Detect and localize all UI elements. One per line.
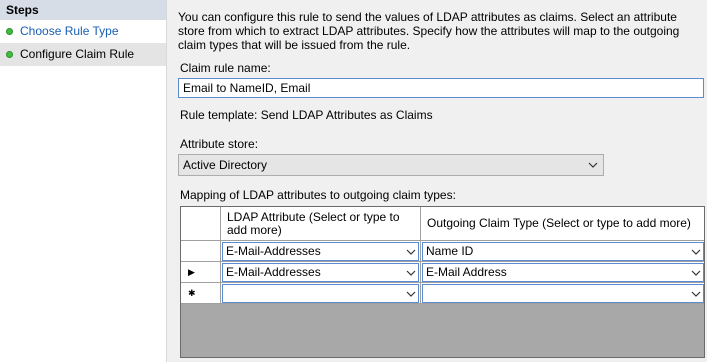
- attribute-store-select[interactable]: Active Directory: [178, 154, 604, 176]
- row-header-corner: [181, 207, 221, 241]
- claim-type-select[interactable]: E-Mail Address: [422, 263, 704, 282]
- claim-type-cell: Name ID: [421, 241, 704, 262]
- step-complete-dot-icon: [6, 28, 13, 35]
- ldap-attribute-cell: E-Mail-Addresses: [221, 241, 421, 262]
- chevron-down-icon: [691, 285, 701, 302]
- chevron-down-icon: [587, 155, 599, 175]
- intro-description: You can configure this rule to send the …: [178, 10, 680, 52]
- ldap-attribute-select[interactable]: E-Mail-Addresses: [222, 263, 419, 282]
- chevron-down-icon: [406, 264, 416, 281]
- row-header[interactable]: ✱: [181, 283, 221, 304]
- ldap-attribute-cell: [221, 283, 421, 304]
- mapping-label: Mapping of LDAP attributes to outgoing c…: [180, 188, 456, 202]
- ldap-attribute-value: E-Mail-Addresses: [226, 244, 321, 258]
- step-label: Choose Rule Type: [20, 24, 119, 38]
- rule-template-text: Rule template: Send LDAP Attributes as C…: [180, 108, 433, 122]
- grid-header-row: LDAP Attribute (Select or type to add mo…: [181, 207, 704, 241]
- mapping-grid[interactable]: LDAP Attribute (Select or type to add mo…: [180, 206, 705, 358]
- ldap-attribute-select[interactable]: [222, 284, 419, 303]
- claim-type-value: E-Mail Address: [426, 265, 507, 279]
- table-row[interactable]: E-Mail-Addresses Name ID: [181, 241, 704, 262]
- new-table-row[interactable]: ✱: [181, 283, 704, 304]
- attribute-store-label: Attribute store:: [180, 137, 259, 151]
- claim-type-select[interactable]: [422, 284, 704, 303]
- step-configure-claim-rule[interactable]: Configure Claim Rule: [0, 43, 166, 66]
- claim-rule-name-label: Claim rule name:: [180, 61, 271, 75]
- claim-type-value: Name ID: [426, 244, 474, 258]
- claim-rule-name-input[interactable]: Email to NameID, Email: [178, 78, 704, 98]
- current-row-arrow-icon: ▶: [188, 266, 195, 277]
- steps-sidebar: Steps Choose Rule Type Configure Claim R…: [0, 0, 167, 362]
- column-header-outgoing-claim-type[interactable]: Outgoing Claim Type (Select or type to a…: [421, 207, 704, 241]
- step-choose-rule-type[interactable]: Choose Rule Type: [0, 20, 166, 43]
- column-header-ldap-attribute[interactable]: LDAP Attribute (Select or type to add mo…: [221, 207, 421, 241]
- row-header[interactable]: [181, 241, 221, 262]
- new-row-asterisk-icon: ✱: [188, 287, 196, 298]
- table-row[interactable]: ▶ E-Mail-Addresses E-Mail Address: [181, 262, 704, 283]
- ldap-attribute-value: E-Mail-Addresses: [226, 265, 321, 279]
- chevron-down-icon: [406, 285, 416, 302]
- ldap-attribute-select[interactable]: E-Mail-Addresses: [222, 242, 419, 261]
- chevron-down-icon: [406, 243, 416, 260]
- chevron-down-icon: [691, 264, 701, 281]
- step-label: Configure Claim Rule: [20, 47, 135, 61]
- claim-type-select[interactable]: Name ID: [422, 242, 704, 261]
- attribute-store-value: Active Directory: [183, 158, 268, 172]
- claim-type-cell: E-Mail Address: [421, 262, 704, 283]
- configure-rule-panel: You can configure this rule to send the …: [178, 0, 706, 362]
- step-current-dot-icon: [6, 51, 13, 58]
- row-header[interactable]: ▶: [181, 262, 221, 283]
- claim-type-cell: [421, 283, 704, 304]
- steps-title: Steps: [0, 0, 166, 20]
- ldap-attribute-cell: E-Mail-Addresses: [221, 262, 421, 283]
- chevron-down-icon: [691, 243, 701, 260]
